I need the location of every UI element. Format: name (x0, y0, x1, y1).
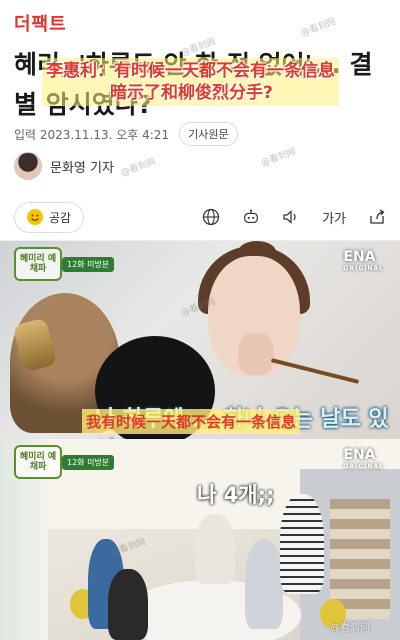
watermark: @看到网 (259, 147, 298, 169)
broadcaster-logo: ENA ORIGINAL (343, 249, 384, 272)
chinese-caption-line-2: 暗示了和柳俊烈分手? (110, 83, 273, 103)
broadcaster-sub: ORIGINAL (343, 265, 384, 272)
chinese-caption-overlay: 李惠利：有时候一天都不会有一条信息 暗示了和柳俊烈分手? (42, 58, 339, 106)
person-striped-shirt (280, 494, 324, 594)
author-row[interactable]: 문화영 기자 (14, 152, 114, 180)
robot-summary-icon[interactable] (242, 208, 260, 226)
broadcaster-name: ENA (343, 447, 376, 463)
speaker-icon[interactable] (282, 208, 300, 226)
show-logo: 혜미리 예채파 (14, 247, 62, 281)
smile-icon (27, 209, 43, 225)
person-hand (238, 333, 274, 375)
chopstick (270, 358, 360, 384)
video-still-1: 혜미리 예채파 12화 미방분 ENA ORIGINAL 나 하루에 ... 하… (0, 241, 400, 439)
article-meta: 입력 2023.11.13. 오후 4:21 기사원문 (14, 122, 238, 146)
like-label: 공감 (49, 210, 72, 225)
globe-icon[interactable] (202, 208, 220, 226)
action-bar: 공감 가가 (14, 200, 386, 234)
chinese-caption-line-1: 李惠利：有时候一天都不会有一条信息 (46, 61, 335, 81)
like-button[interactable]: 공감 (14, 201, 85, 233)
person-dark-top (108, 569, 148, 640)
chinese-subtitle: 我有时候一天都不会有一条信息 (82, 409, 301, 434)
toolbar: 가가 (202, 208, 386, 227)
brand-logo[interactable]: 더팩트 (14, 10, 67, 36)
broadcaster-logo: ENA ORIGINAL (343, 447, 384, 470)
original-article-button[interactable]: 기사원문 (179, 122, 238, 146)
font-size-button[interactable]: 가가 (322, 208, 346, 227)
broadcaster-name: ENA (343, 249, 376, 265)
episode-badge: 12화 미방분 (62, 455, 115, 470)
watermark: @看到网 (119, 157, 158, 179)
share-icon[interactable] (368, 208, 386, 226)
author-avatar (14, 152, 42, 180)
person-grey-top (245, 539, 283, 629)
show-logo: 혜미리 예채파 (14, 445, 62, 479)
author-name: 문화영 기자 (50, 160, 114, 176)
episode-badge: 12화 미방분 (62, 257, 115, 272)
publish-date: 입력 2023.11.13. 오후 4:21 (14, 127, 170, 142)
broadcaster-sub: ORIGINAL (343, 463, 384, 470)
watermark: @看到网 (299, 17, 338, 39)
korean-subtitle: 나 4개;; (197, 483, 275, 507)
person-white-top (195, 514, 235, 584)
weibo-watermark: @看到网 (330, 623, 370, 634)
video-still-2: 혜미리 예채파 12화 미방분 ENA ORIGINAL 나 4개;; @看到网 (0, 439, 400, 640)
